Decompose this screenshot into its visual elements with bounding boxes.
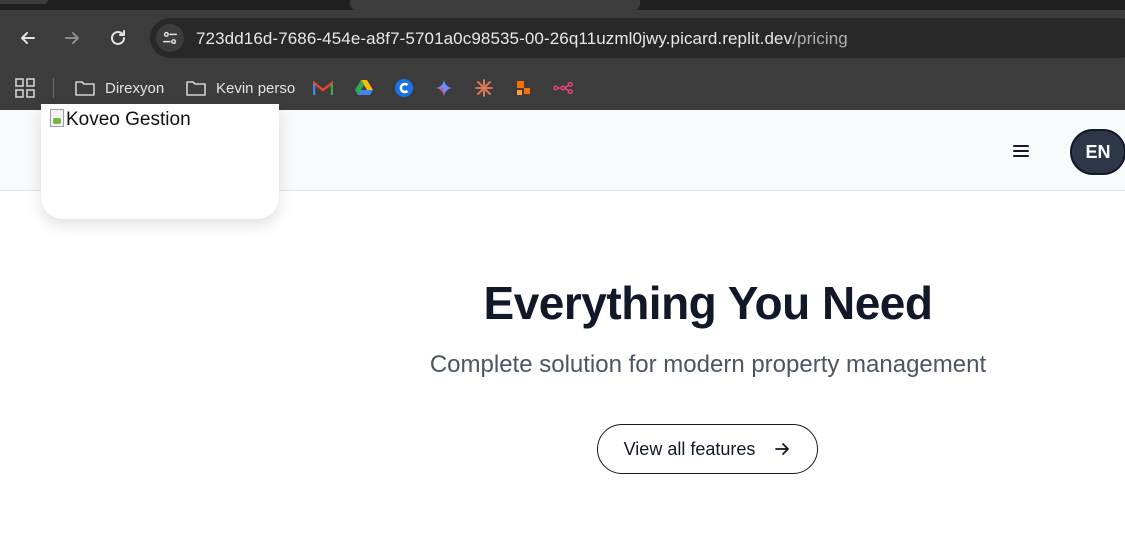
gemini-icon[interactable]	[434, 78, 454, 98]
zapier-icon[interactable]	[514, 78, 534, 98]
tab-strip	[0, 0, 1125, 10]
hero-title: Everything You Need	[483, 277, 933, 329]
bookmark-label: Direxyon	[105, 79, 165, 97]
apps-grid-icon[interactable]	[14, 77, 36, 99]
google-drive-icon[interactable]	[354, 78, 374, 98]
reload-button[interactable]	[104, 24, 132, 52]
bookmark-label: Kevin perso	[216, 79, 296, 97]
hero-subtitle: Complete solution for modern property ma…	[429, 351, 987, 378]
folder-icon	[75, 81, 95, 96]
logo[interactable]: Koveo Gestion	[50, 109, 191, 131]
folder-icon	[186, 81, 206, 96]
reload-icon	[111, 30, 125, 45]
flow-icon[interactable]	[553, 78, 573, 98]
broken-image-icon	[50, 109, 64, 127]
bookmarks-separator	[53, 78, 54, 98]
arrow-right-icon	[65, 32, 79, 44]
logo-alt-text: Koveo Gestion	[66, 109, 191, 130]
arrow-right-icon	[775, 443, 790, 455]
tune-icon	[162, 31, 178, 45]
back-button[interactable]	[14, 24, 42, 52]
bookmark-folder-kevin-perso[interactable]: Kevin perso	[185, 75, 295, 101]
language-button[interactable]: EN	[1070, 129, 1125, 175]
browser-toolbar: 723dd16d-7686-454e-a8f7-5701a0c98535-00-…	[0, 10, 1125, 66]
site-info-button[interactable]	[156, 24, 184, 52]
page-content: EN Koveo Gestion Everything You Need Com…	[0, 104, 1125, 553]
c-app-icon[interactable]	[394, 78, 414, 98]
tab-previous[interactable]	[0, 0, 48, 4]
view-all-features-button[interactable]: View all features	[597, 424, 818, 474]
forward-button[interactable]	[58, 24, 86, 52]
hamburger-icon	[1013, 145, 1029, 157]
address-bar[interactable]: 723dd16d-7686-454e-a8f7-5701a0c98535-00-…	[150, 18, 1125, 58]
gmail-icon[interactable]	[313, 78, 333, 98]
menu-button[interactable]	[1008, 138, 1034, 164]
cta-label: View all features	[623, 438, 756, 459]
bookmark-folder-direxyon[interactable]: Direxyon	[74, 75, 164, 101]
url-host: 723dd16d-7686-454e-a8f7-5701a0c98535-00-…	[196, 29, 793, 48]
logo-card[interactable]: Koveo Gestion	[41, 104, 279, 219]
url-path: /pricing	[792, 29, 848, 48]
url-text[interactable]: 723dd16d-7686-454e-a8f7-5701a0c98535-00-…	[196, 29, 848, 49]
arrow-left-icon	[21, 32, 35, 44]
claude-icon[interactable]	[474, 78, 494, 98]
tab-active[interactable]	[350, 0, 640, 10]
